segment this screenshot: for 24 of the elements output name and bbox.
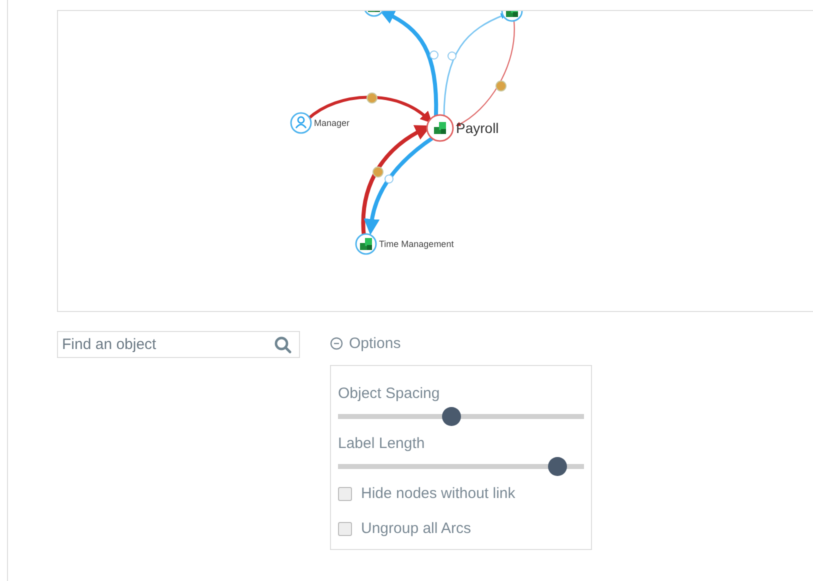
arc-handle-icon[interactable]	[372, 166, 384, 178]
arc-handle-icon[interactable]	[496, 80, 506, 92]
checkbox[interactable]	[338, 522, 352, 536]
checkbox[interactable]	[338, 486, 352, 500]
person-node-icon[interactable]	[290, 112, 312, 134]
checkbox-label[interactable]: Hide nodes without link	[361, 485, 516, 502]
slider-label: Object Spacing	[338, 385, 441, 402]
node-label: Payroll	[456, 120, 499, 136]
node-label: Time Management	[379, 239, 454, 249]
search-field[interactable]: Find an object	[57, 331, 300, 358]
arc-handle-icon[interactable]	[366, 92, 378, 104]
collapse-icon	[330, 337, 343, 350]
slider-thumb[interactable]	[548, 457, 567, 476]
search-icon[interactable]	[274, 336, 292, 354]
puzzle-node-icon[interactable]	[363, 11, 385, 17]
puzzle-node-icon[interactable]	[426, 114, 454, 142]
slider-label: Label Length	[338, 435, 426, 452]
checkbox-label[interactable]: Ungroup all Arcs	[361, 520, 472, 537]
slider-thumb[interactable]	[442, 407, 462, 426]
puzzle-node-icon[interactable]	[501, 11, 523, 22]
puzzle-node-icon[interactable]	[355, 233, 377, 255]
arc-handle-icon[interactable]	[384, 174, 394, 184]
node-label: Manager	[314, 118, 350, 128]
options-toggle[interactable]: Options	[330, 335, 401, 352]
